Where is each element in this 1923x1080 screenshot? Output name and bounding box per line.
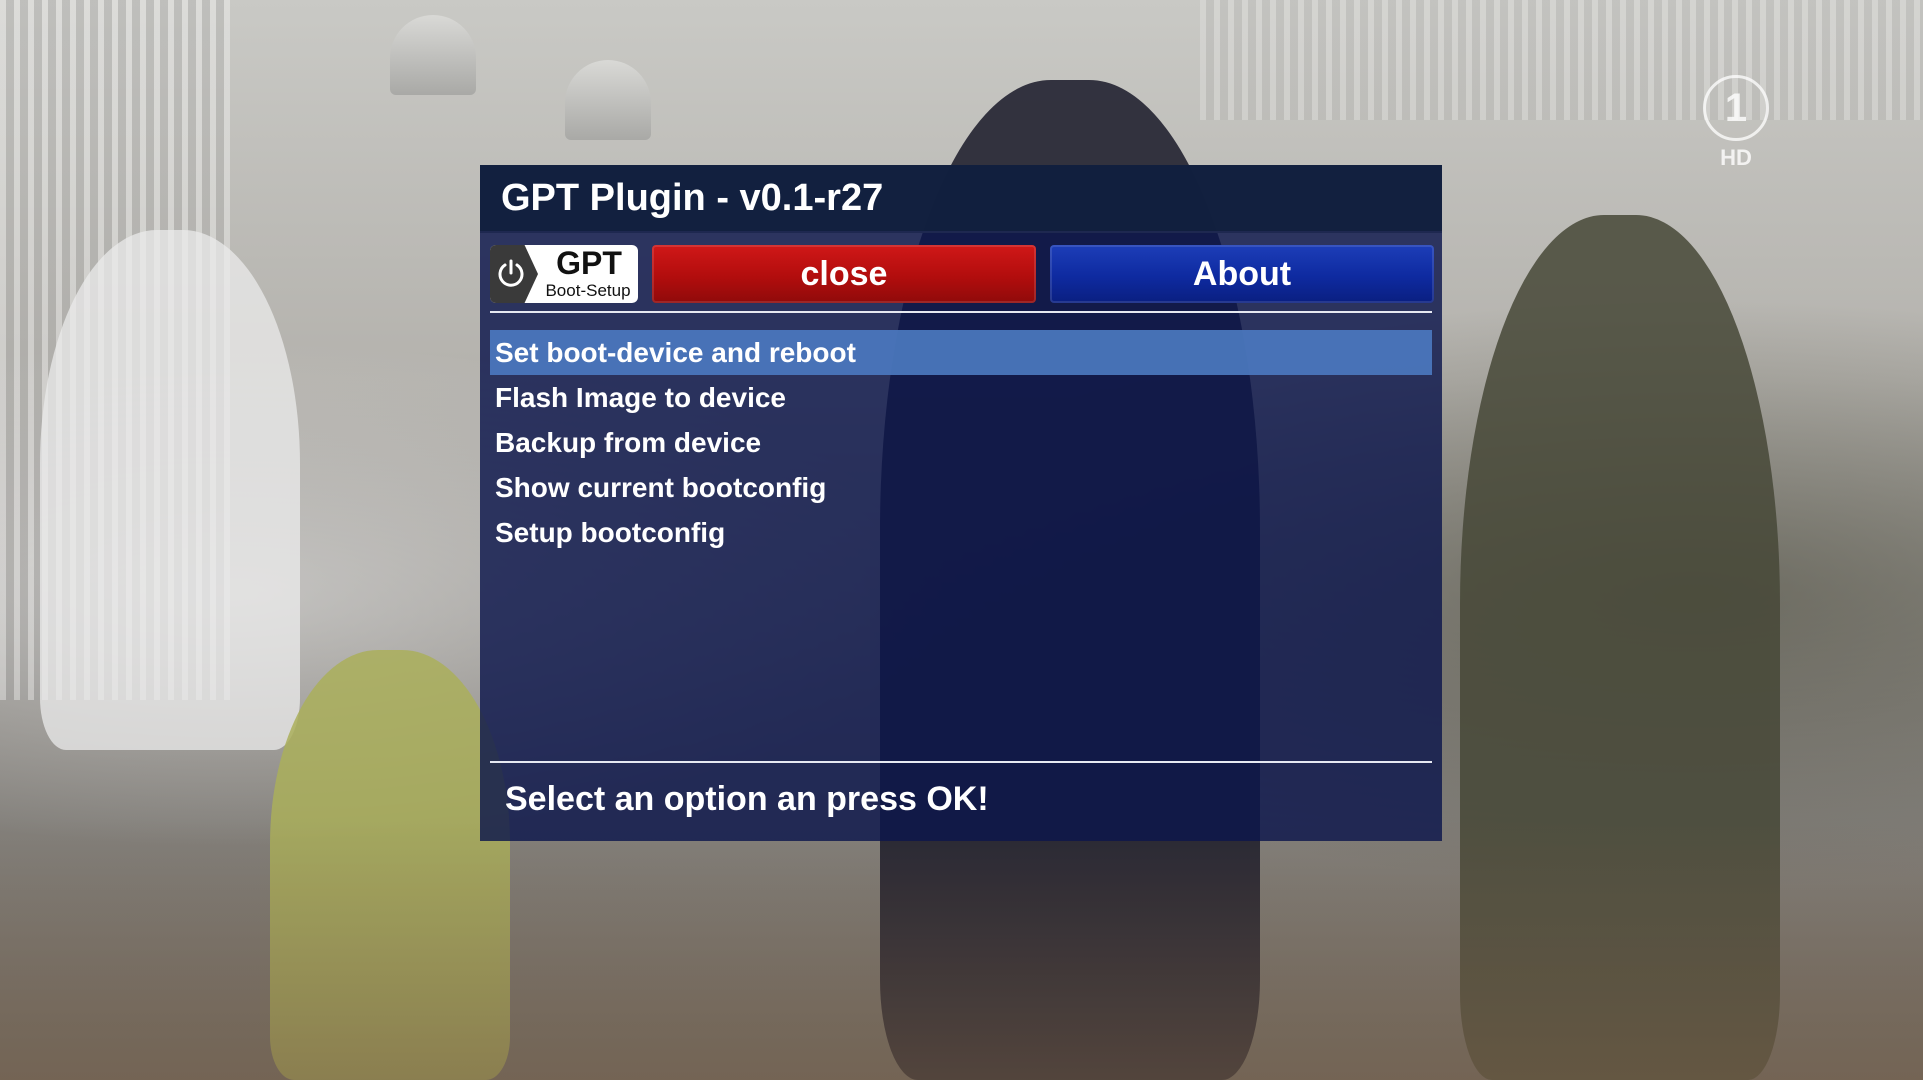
power-icon — [490, 245, 538, 303]
divider — [490, 311, 1432, 313]
menu-item-setup-bootconfig[interactable]: Setup bootconfig — [490, 510, 1432, 555]
logo-title: GPT — [556, 245, 622, 281]
menu-item-show-bootconfig[interactable]: Show current bootconfig — [490, 465, 1432, 510]
dialog-title: GPT Plugin - v0.1-r27 — [480, 165, 1442, 233]
background-person-left — [40, 230, 300, 750]
tv-screen: 1 HD GPT Plugin - v0.1-r27 GPT Boot-Setu… — [0, 0, 1923, 1080]
divider — [490, 761, 1432, 763]
about-button[interactable]: About — [1050, 245, 1434, 303]
channel-hd-label: HD — [1720, 145, 1752, 170]
menu-item-flash-image[interactable]: Flash Image to device — [490, 375, 1432, 420]
menu-item-backup[interactable]: Backup from device — [490, 420, 1432, 465]
options-menu: Set boot-device and reboot Flash Image t… — [490, 330, 1432, 555]
gpt-boot-setup-logo: GPT Boot-Setup — [490, 245, 638, 303]
logo-subtitle: Boot-Setup — [545, 281, 631, 300]
background-floor — [0, 820, 1923, 1080]
background-lamp — [390, 15, 476, 95]
gpt-plugin-dialog: GPT Plugin - v0.1-r27 GPT Boot-Setup clo… — [480, 165, 1442, 841]
menu-item-set-boot-device[interactable]: Set boot-device and reboot — [490, 330, 1432, 375]
status-text: Select an option an press OK! — [505, 780, 989, 818]
close-button[interactable]: close — [652, 245, 1036, 303]
dialog-toolbar: GPT Boot-Setup close About — [490, 245, 1434, 305]
channel-logo: 1 HD — [1700, 75, 1772, 175]
background-lamp — [565, 60, 651, 140]
channel-logo-mark: 1 — [1703, 75, 1769, 141]
background-window-right — [1200, 0, 1923, 120]
